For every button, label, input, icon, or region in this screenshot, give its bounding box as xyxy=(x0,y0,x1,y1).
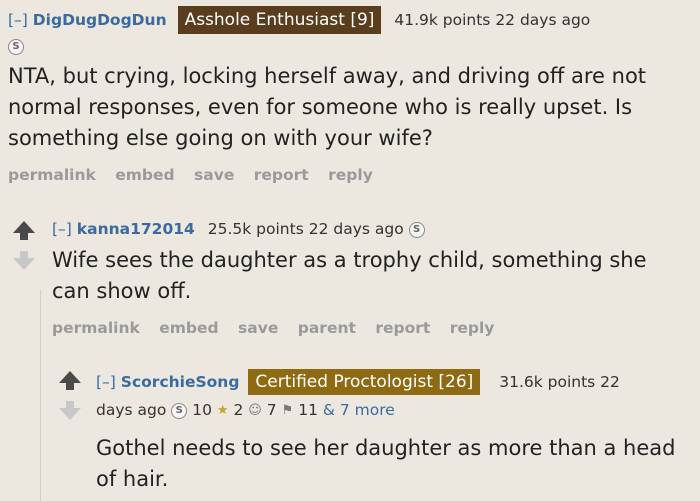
reply-link[interactable]: reply xyxy=(328,166,373,184)
comment-header: [–] ScorchieSong Certified Proctologist … xyxy=(96,369,696,395)
comment-actions: permalink embed save parent report reply xyxy=(52,319,692,337)
wholesome-award-icon[interactable]: ☺ xyxy=(248,400,262,422)
timestamp[interactable]: 22 days ago xyxy=(495,11,590,29)
permalink-link[interactable]: permalink xyxy=(52,319,140,337)
downvote-arrow-icon[interactable] xyxy=(59,408,81,420)
silver-award-icon[interactable]: S xyxy=(408,221,425,238)
collapse-toggle[interactable]: [–] xyxy=(96,373,116,391)
comment-reply: [–] kanna172014 25.5k points 22 days ago… xyxy=(52,218,692,337)
author-link[interactable]: ScorchieSong xyxy=(121,373,240,391)
author-link[interactable]: DigDugDogDun xyxy=(33,11,167,29)
user-flair: Certified Proctologist [26] xyxy=(248,369,481,395)
silver-award-icon[interactable]: S xyxy=(171,402,188,419)
award-count: 10 xyxy=(192,401,212,419)
award-count: 11 xyxy=(298,401,318,419)
collapse-toggle[interactable]: [–] xyxy=(8,11,28,29)
user-flair: Asshole Enthusiast [9] xyxy=(177,6,382,34)
save-link[interactable]: save xyxy=(238,319,278,337)
upvote-arrow-stem xyxy=(66,383,74,390)
timestamp[interactable]: 22 days ago xyxy=(309,220,404,238)
report-link[interactable]: report xyxy=(375,319,430,337)
downvote-arrow-stem xyxy=(66,401,74,408)
author-link[interactable]: kanna172014 xyxy=(77,220,195,238)
score: 25.5k points xyxy=(207,220,304,238)
award-count: 2 xyxy=(233,401,244,419)
comment-actions: permalink embed save report reply xyxy=(8,166,698,184)
report-link[interactable]: report xyxy=(254,166,309,184)
helpful-award-icon[interactable]: ⚑ xyxy=(282,400,294,422)
collapse-toggle[interactable]: [–] xyxy=(52,220,72,238)
upvote-arrow-icon[interactable] xyxy=(13,221,35,233)
score: 41.9k points xyxy=(394,11,491,29)
timestamp[interactable]: days ago xyxy=(96,401,166,419)
reply-link[interactable]: reply xyxy=(450,319,495,337)
permalink-link[interactable]: permalink xyxy=(8,166,96,184)
comment-top-level: [–] DigDugDogDun Asshole Enthusiast [9] … xyxy=(8,6,698,184)
parent-link[interactable]: parent xyxy=(298,319,356,337)
silver-award-icon[interactable]: S xyxy=(8,38,24,55)
downvote-arrow-stem xyxy=(20,251,28,258)
thread-line xyxy=(40,290,41,501)
embed-link[interactable]: embed xyxy=(159,319,218,337)
award-count: 7 xyxy=(266,401,277,419)
gold-award-icon[interactable]: ★ xyxy=(217,400,229,422)
save-link[interactable]: save xyxy=(194,166,234,184)
downvote-arrow-icon[interactable] xyxy=(13,258,35,270)
score: 31.6k points 22 xyxy=(499,373,620,391)
embed-link[interactable]: embed xyxy=(115,166,174,184)
upvote-arrow-stem xyxy=(20,233,28,240)
comment-nested-reply: [–] ScorchieSong Certified Proctologist … xyxy=(96,369,696,495)
comment-header: [–] kanna172014 25.5k points 22 days ago… xyxy=(52,218,692,240)
comment-body: NTA, but crying, locking herself away, a… xyxy=(8,64,647,150)
comment-body: Gothel needs to see her daughter as more… xyxy=(96,435,676,491)
upvote-arrow-icon[interactable] xyxy=(59,371,81,383)
more-awards-link[interactable]: & 7 more xyxy=(323,401,395,419)
comment-header: [–] DigDugDogDun Asshole Enthusiast [9] … xyxy=(8,6,698,34)
comment-header-awards: days ago S 10 ★ 2 ☺ 7 ⚑ 11 & 7 more xyxy=(96,399,696,422)
comment-body: Wife sees the daughter as a trophy child… xyxy=(52,248,647,303)
